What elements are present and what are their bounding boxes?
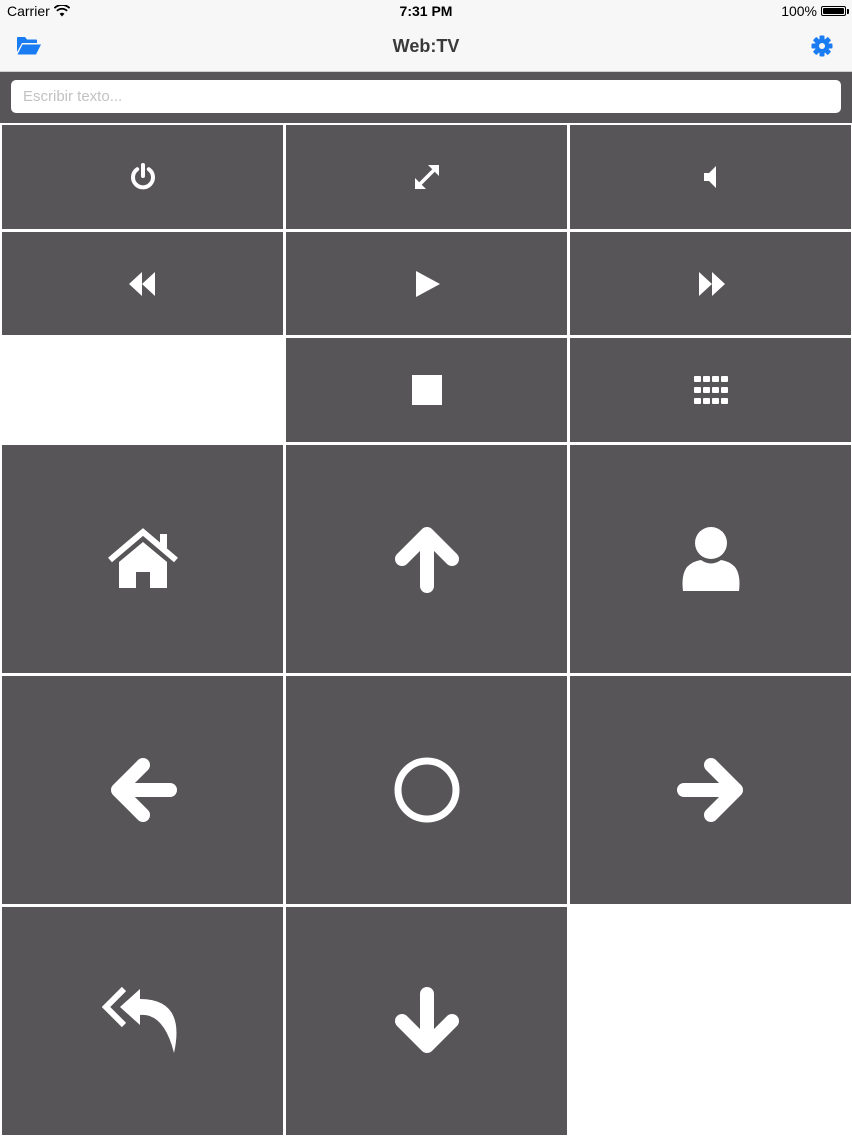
home-icon: [107, 528, 178, 588]
battery-indicator: 100%: [781, 3, 849, 19]
expand-icon: [414, 165, 439, 189]
user-button[interactable]: [570, 445, 851, 673]
ok-button[interactable]: [286, 676, 567, 904]
status-bar: Carrier 7:31 PM 100%: [0, 0, 852, 24]
text-input-bar: [0, 72, 852, 123]
down-button[interactable]: [286, 907, 567, 1135]
volume-icon: [703, 166, 716, 188]
settings-button[interactable]: [808, 34, 836, 58]
back-button[interactable]: [2, 907, 283, 1135]
power-button[interactable]: [2, 125, 283, 229]
home-button[interactable]: [2, 445, 283, 673]
fast-forward-button[interactable]: [570, 232, 851, 335]
arrow-right-icon: [676, 758, 743, 822]
up-button[interactable]: [286, 445, 567, 673]
arrow-up-icon: [394, 527, 459, 593]
clock: 7:31 PM: [399, 3, 453, 19]
play-icon: [415, 270, 440, 297]
keypad-button[interactable]: [570, 338, 851, 442]
arrow-down-icon: [394, 987, 459, 1053]
arrow-left-icon: [110, 758, 177, 822]
gear-icon: [811, 35, 833, 57]
stop-button[interactable]: [286, 338, 567, 442]
rewind-icon: [128, 271, 155, 296]
circle-icon: [394, 757, 459, 823]
fast-forward-icon: [698, 271, 725, 296]
fullscreen-button[interactable]: [286, 125, 567, 229]
right-button[interactable]: [570, 676, 851, 904]
left-button[interactable]: [2, 676, 283, 904]
page-title: Web:TV: [392, 36, 460, 56]
navigation-bar: Web:TV: [0, 24, 852, 72]
stop-icon: [411, 375, 442, 405]
power-icon: [130, 163, 155, 190]
battery-icon: [821, 6, 849, 16]
reply-all-icon: [101, 986, 176, 1053]
play-button[interactable]: [286, 232, 567, 335]
volume-button[interactable]: [570, 125, 851, 229]
keypad-icon: [693, 376, 728, 404]
text-input[interactable]: [11, 80, 841, 113]
rewind-button[interactable]: [2, 232, 283, 335]
battery-percentage: 100%: [781, 3, 817, 19]
user-icon: [682, 527, 739, 591]
